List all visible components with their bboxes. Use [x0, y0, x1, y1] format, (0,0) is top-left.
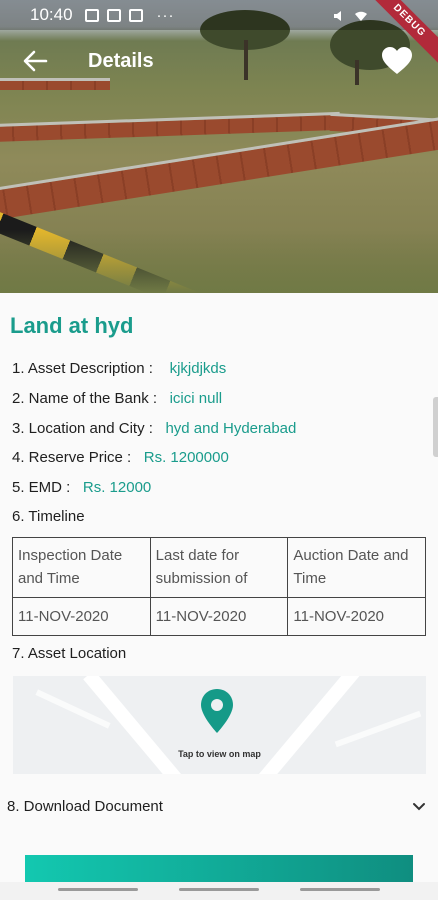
asset-location-label: 7. Asset Location: [12, 645, 127, 662]
app-bar: Details: [0, 40, 438, 84]
mute-icon: [332, 8, 346, 22]
table-row: 11-NOV-2020 11-NOV-2020 11-NOV-2020: [12, 597, 426, 636]
bank-name-row: 2. Name of the Bank : icici null: [12, 390, 222, 407]
system-nav-bar: [0, 882, 438, 900]
field-value: Rs. 12000: [82, 479, 152, 496]
heart-icon: [382, 47, 412, 74]
table-cell: 11-NOV-2020: [287, 597, 426, 636]
table-header-cell: Auction Date and Time: [287, 537, 426, 598]
table-header-cell: Inspection Date and Time: [12, 537, 151, 598]
asset-description-row: 1. Asset Description : kjkjdjkds: [12, 360, 226, 377]
more-notifications-icon: ···: [156, 6, 175, 24]
timeline-label: 6. Timeline: [12, 508, 85, 525]
table-header-row: Inspection Date and Time Last date for s…: [12, 537, 426, 598]
field-label: 3. Location and City :: [12, 420, 153, 437]
field-value: icici null: [169, 390, 223, 407]
page-title: Details: [88, 50, 154, 72]
field-value: Rs. 1200000: [143, 449, 229, 466]
location-pin-icon: [201, 689, 233, 733]
chevron-down-icon: [413, 803, 425, 811]
scrollbar[interactable]: [433, 397, 438, 457]
favorite-button[interactable]: [381, 46, 413, 76]
nav-handle: [58, 888, 138, 891]
field-label: 1. Asset Description :: [12, 360, 153, 377]
location-city-row: 3. Location and City : hyd and Hyderabad: [12, 420, 296, 437]
status-bar: 10:40 ··· DEBUG: [0, 0, 438, 67]
status-time: 10:40: [30, 5, 73, 24]
nav-handle: [300, 888, 380, 891]
emd-row: 5. EMD : Rs. 12000: [12, 479, 151, 496]
action-button[interactable]: [25, 855, 413, 885]
map-tap-label: Tap to view on map: [178, 749, 261, 759]
field-label: 2. Name of the Bank :: [12, 390, 158, 407]
field-value: kjkjdjkds: [169, 360, 227, 377]
table-header-cell: Last date for submission of: [149, 537, 289, 598]
timeline-table: Inspection Date and Time Last date for s…: [12, 537, 426, 636]
download-document-toggle[interactable]: 8. Download Document: [7, 793, 431, 823]
nav-handle: [179, 888, 259, 891]
message-icon: [128, 8, 143, 22]
table-cell: 11-NOV-2020: [12, 597, 151, 636]
field-label: 4. Reserve Price :: [12, 449, 132, 466]
property-title: Land at hyd: [10, 313, 134, 338]
details-content: Land at hyd 1. Asset Description : kjkjd…: [0, 293, 438, 900]
wifi-icon: [354, 8, 368, 22]
arrow-left-icon: [23, 50, 48, 72]
back-button[interactable]: [22, 50, 48, 72]
map-preview[interactable]: Tap to view on map: [13, 676, 426, 774]
table-cell: 11-NOV-2020: [149, 597, 289, 636]
sim-icon: [106, 8, 121, 22]
reserve-price-row: 4. Reserve Price : Rs. 1200000: [12, 449, 229, 466]
gallery-icon: [84, 8, 99, 22]
field-value: hyd and Hyderabad: [165, 420, 297, 437]
field-label: 5. EMD :: [12, 479, 71, 496]
download-document-label: 8. Download Document: [7, 798, 163, 815]
